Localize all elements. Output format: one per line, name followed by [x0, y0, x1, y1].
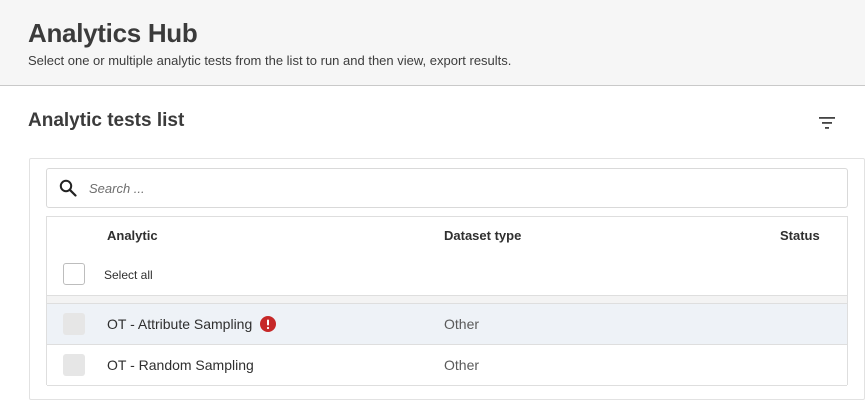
analytic-name-cell: OT - Random Sampling — [107, 357, 254, 373]
dataset-type-cell: Other — [444, 316, 480, 332]
search-input[interactable] — [87, 175, 831, 201]
analytic-name-cell: OT - Attribute Sampling — [107, 316, 277, 332]
row-separator — [47, 296, 847, 304]
page-subtitle: Select one or multiple analytic tests fr… — [28, 53, 512, 68]
column-header-dataset-type[interactable]: Dataset type — [444, 228, 521, 243]
select-all-label[interactable]: Select all — [104, 268, 153, 282]
search-box[interactable] — [46, 168, 848, 208]
page-header: Analytics Hub Select one or multiple ana… — [0, 0, 865, 86]
row-checkbox[interactable] — [63, 313, 85, 335]
column-header-status[interactable]: Status — [780, 228, 820, 243]
dataset-type-cell: Other — [444, 357, 480, 373]
table-row[interactable]: OT - Random Sampling Other — [47, 345, 847, 386]
search-icon — [59, 179, 77, 197]
filter-button[interactable] — [814, 112, 840, 134]
table-header: Analytic Dataset type Status — [47, 217, 847, 256]
page-title: Analytics Hub — [28, 18, 198, 48]
select-all-row: Select all — [47, 255, 847, 296]
analytic-name: OT - Attribute Sampling — [107, 316, 253, 332]
analytic-name: OT - Random Sampling — [107, 357, 254, 373]
filter-icon — [819, 117, 835, 129]
error-icon — [260, 316, 277, 332]
column-header-analytic[interactable]: Analytic — [107, 228, 158, 243]
analytic-tests-table: Analytic Dataset type Status Select all … — [46, 216, 848, 386]
table-row[interactable]: OT - Attribute Sampling Other — [47, 304, 847, 345]
row-checkbox[interactable] — [63, 354, 85, 376]
section-title: Analytic tests list — [28, 110, 185, 131]
select-all-checkbox[interactable] — [63, 263, 85, 285]
